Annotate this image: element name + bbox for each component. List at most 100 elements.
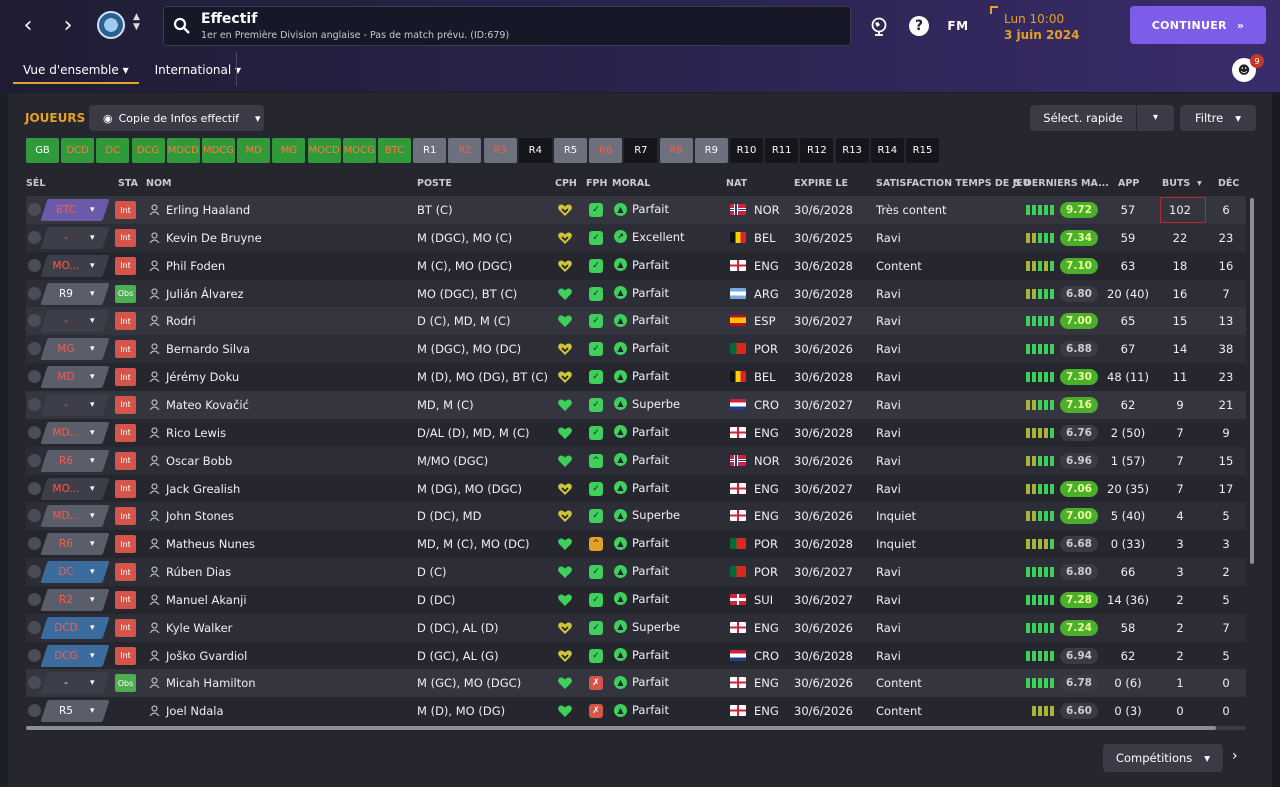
status-badge[interactable]: Int [115, 228, 136, 247]
chip-r12[interactable]: R12 [800, 138, 834, 163]
nationality[interactable]: POR [754, 537, 778, 551]
player-name[interactable]: Julián Álvarez [166, 287, 244, 301]
continue-button[interactable]: CONTINUER » [1130, 6, 1266, 44]
col-nat[interactable]: NAT [726, 178, 747, 189]
chip-r14[interactable]: R14 [870, 138, 904, 163]
select-checkbox[interactable] [28, 704, 41, 718]
chip-gb[interactable]: GB [26, 138, 59, 163]
select-checkbox[interactable] [28, 314, 41, 328]
chip-r15[interactable]: R15 [906, 138, 939, 163]
chip-r4[interactable]: R4 [518, 138, 552, 163]
nationality[interactable]: CRO [754, 649, 779, 663]
player-name[interactable]: John Stones [166, 509, 234, 523]
horizontal-scrollbar[interactable] [26, 726, 1246, 730]
position-selector[interactable]: R9 ▾ [40, 282, 110, 305]
forward-arrow-icon[interactable]: › [53, 10, 83, 40]
status-badge[interactable]: Int [115, 423, 136, 442]
table-row[interactable]: MO... ▾ Int Jack Grealish M (DG), MO (DGC) ✓ ▲… [26, 475, 1246, 503]
table-row[interactable]: - ▾ Int Kevin De Bruyne M (DGC), MO (C) ✓ ↗ Exc… [26, 223, 1246, 252]
select-checkbox[interactable] [28, 453, 41, 467]
table-row[interactable]: R2 ▾ Int Manuel Akanji D (DC) ✓ ▲ Parfait SUI 30/… [26, 586, 1246, 614]
position-selector[interactable]: MO... ▾ [40, 477, 110, 500]
nationality[interactable]: ENG [754, 426, 779, 440]
col-sta[interactable]: STA [118, 178, 138, 189]
chip-dcg[interactable]: DCG [131, 138, 165, 163]
position-selector[interactable]: MO... ▾ [40, 254, 110, 277]
date-display[interactable]: Lun 10:00 3 juin 2024 [990, 6, 1090, 46]
position-selector[interactable]: MG ▾ [40, 338, 110, 361]
status-badge[interactable]: Int [115, 395, 136, 414]
chip-dcd[interactable]: DCD [61, 138, 95, 163]
player-name[interactable]: Rúben Dias [166, 565, 231, 579]
search-bar[interactable]: Effectif 1er en Première Division anglai… [163, 6, 851, 46]
nationality[interactable]: ENG [754, 676, 779, 690]
nationality[interactable]: POR [754, 342, 778, 356]
nationality[interactable]: ENG [754, 482, 779, 496]
table-row[interactable]: DCG ▾ Int Joško Gvardiol D (GC), AL (G) ✓ ▲ Par… [26, 642, 1246, 670]
table-row[interactable]: - ▾ Int Rodri D (C), MD, M (C) ✓ ▲ Parfait ESP 30… [26, 307, 1246, 336]
position-selector[interactable]: DCD ▾ [40, 616, 110, 639]
col-expire[interactable]: EXPIRE LE [794, 178, 848, 189]
player-name[interactable]: Kyle Walker [166, 621, 232, 635]
player-name[interactable]: Rico Lewis [166, 426, 226, 440]
player-name[interactable]: Manuel Akanji [166, 593, 247, 607]
chip-mg[interactable]: MG [272, 138, 306, 163]
position-selector[interactable]: R5 ▾ [40, 700, 110, 723]
club-crest-icon[interactable] [97, 11, 125, 39]
position-selector[interactable]: MD... ▾ [40, 505, 110, 528]
player-name[interactable]: Phil Foden [166, 259, 225, 273]
table-row[interactable]: - ▾ Int Mateo Kovačić MD, M (C) ✓ ▲ Superbe CRO 3… [26, 390, 1246, 419]
table-row[interactable]: - ▾ Obs Micah Hamilton M (GC), MO (DGC) ✗ ▲ Par… [26, 669, 1246, 698]
chip-r3[interactable]: R3 [483, 138, 517, 163]
select-checkbox[interactable] [28, 203, 41, 216]
select-checkbox[interactable] [28, 230, 41, 244]
chip-mocg[interactable]: MOCG [342, 138, 376, 163]
player-name[interactable]: Rodri [166, 314, 196, 328]
status-badge[interactable]: Int [115, 646, 136, 665]
nationality[interactable]: CRO [754, 398, 779, 412]
status-badge[interactable]: Int [115, 201, 136, 219]
player-name[interactable]: Joel Ndala [166, 704, 224, 718]
position-selector[interactable]: MD... ▾ [40, 421, 110, 444]
player-name[interactable]: Matheus Nunes [166, 537, 255, 551]
player-name[interactable]: Erling Haaland [166, 203, 250, 217]
col-poste[interactable]: POSTE [417, 178, 452, 189]
view-select-button[interactable]: ◉ Copie de Infos effectif ▾ [89, 105, 264, 131]
status-badge[interactable]: Int [115, 563, 136, 582]
filter-button[interactable]: Filtre ▾ [1180, 105, 1256, 131]
chip-r8[interactable]: R8 [659, 138, 693, 163]
help-icon[interactable]: ? [909, 16, 929, 36]
chip-r11[interactable]: R11 [765, 138, 799, 163]
select-checkbox[interactable] [28, 592, 41, 606]
position-selector[interactable]: - ▾ [40, 393, 110, 416]
chip-dc[interactable]: DC [96, 138, 130, 163]
status-badge[interactable]: Int [115, 590, 136, 609]
nationality[interactable]: SUI [754, 593, 773, 607]
competitions-button[interactable]: Compétitions ▾ [1103, 744, 1223, 772]
position-selector[interactable]: - ▾ [40, 310, 110, 333]
table-row[interactable]: R6 ▾ Int Oscar Bobb M/MO (DGC) ^ ▲ Parfait NOR 30… [26, 446, 1246, 475]
col-form[interactable]: 5 DERNIERS MA... [1014, 178, 1109, 189]
club-switch-chevrons-icon[interactable]: ▲ ▼ [133, 12, 140, 32]
status-badge[interactable]: Int [115, 535, 136, 554]
select-checkbox[interactable] [28, 286, 41, 300]
world-globe-icon[interactable] [868, 15, 890, 37]
status-badge[interactable]: Int [115, 618, 136, 637]
status-badge[interactable]: Obs [115, 674, 136, 693]
table-row[interactable]: MO... ▾ Int Phil Foden M (C), MO (DGC) ✓ ▲ Parf… [26, 252, 1246, 280]
tab-overview[interactable]: Vue d'ensemble ▾ [13, 56, 139, 84]
chip-r5[interactable]: R5 [554, 138, 587, 163]
select-checkbox[interactable] [28, 370, 41, 384]
table-row[interactable]: R6 ▾ Int Matheus Nunes MD, M (C), MO (DC) ^ ▲ P… [26, 530, 1246, 558]
select-checkbox[interactable] [28, 537, 41, 551]
nationality[interactable]: NOR [754, 454, 780, 468]
select-checkbox[interactable] [28, 481, 41, 495]
nationality[interactable]: ENG [754, 704, 779, 718]
col-app[interactable]: APP [1118, 178, 1139, 189]
select-checkbox[interactable] [28, 342, 41, 356]
player-name[interactable]: Joško Gvardiol [166, 649, 247, 663]
chip-mdcg[interactable]: MDCG [202, 138, 235, 163]
table-row[interactable]: MD... ▾ Int Rico Lewis D/AL (D), MD, M (C) ✓ ▲… [26, 419, 1246, 447]
table-row[interactable]: DC ▾ Int Rúben Dias D (C) ✓ ▲ Parfait POR 30/6/20… [26, 558, 1246, 587]
status-badge[interactable]: Int [115, 340, 136, 359]
